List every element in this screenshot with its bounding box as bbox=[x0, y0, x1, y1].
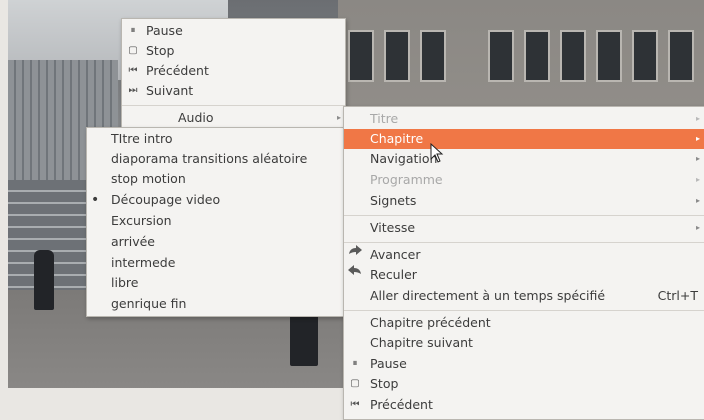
menu-item-programme[interactable]: Programme ▸ bbox=[344, 170, 704, 190]
menu-item-signets-label: Signets bbox=[370, 193, 417, 208]
menu-item-programme-label: Programme bbox=[370, 172, 443, 187]
menu-item-chapitre-precedent-label: Chapitre précédent bbox=[370, 315, 491, 330]
menu-item-next-label: Suivant bbox=[146, 83, 194, 98]
menu-item-pause-label: Pause bbox=[146, 23, 183, 38]
menu-item-previous[interactable]: ⏮ Précédent bbox=[122, 61, 345, 81]
stop-icon: ▢ bbox=[350, 378, 360, 389]
menu-item-previous-label: Précédent bbox=[146, 63, 209, 78]
menu-item-stop-label: Stop bbox=[146, 43, 175, 58]
chapter-item-label: intermede bbox=[111, 255, 176, 270]
menu-item-audio[interactable]: Audio ▸ bbox=[122, 108, 345, 128]
submenu-arrow-icon: ▸ bbox=[695, 175, 700, 184]
chapter-item-label: Excursion bbox=[111, 213, 172, 228]
menu-item-reculer[interactable]: Reculer bbox=[344, 265, 704, 285]
video-person bbox=[34, 250, 54, 310]
chapter-item[interactable]: stop motion bbox=[87, 169, 344, 189]
menu-item-chapitre[interactable]: Chapitre ▸ bbox=[344, 129, 704, 149]
chapter-item[interactable]: intermede bbox=[87, 253, 344, 273]
next-icon: ⏭ bbox=[128, 85, 138, 96]
previous-icon: ⏮ bbox=[128, 65, 138, 76]
menu-item-stop-2-label: Stop bbox=[370, 376, 399, 391]
menu-separator bbox=[344, 310, 704, 311]
menu-item-chapitre-precedent[interactable]: Chapitre précédent bbox=[344, 313, 704, 333]
navigation-menu: Titre ▸ Chapitre ▸ Navigation ▸ Programm… bbox=[343, 106, 704, 420]
menu-item-audio-label: Audio bbox=[178, 110, 214, 125]
menu-item-pause-2[interactable]: ⏸ Pause bbox=[344, 354, 704, 374]
chapter-item[interactable]: arrivée bbox=[87, 232, 344, 252]
chapter-item-label: genrique fin bbox=[111, 296, 187, 311]
chapter-item[interactable]: Excursion bbox=[87, 211, 344, 231]
chapter-item-label: libre bbox=[111, 275, 139, 290]
menu-item-reculer-label: Reculer bbox=[370, 267, 417, 282]
submenu-arrow-icon: ▸ bbox=[695, 196, 700, 205]
pause-icon: ⏸ bbox=[130, 25, 136, 36]
previous-icon: ⏮ bbox=[350, 399, 360, 410]
submenu-arrow-icon: ▸ bbox=[695, 134, 700, 143]
menu-item-navigation-label: Navigation bbox=[370, 151, 438, 166]
menu-item-vitesse[interactable]: Vitesse ▸ bbox=[344, 218, 704, 238]
menu-item-stop[interactable]: ▢ Stop bbox=[122, 41, 345, 61]
backward-jump-icon bbox=[347, 265, 361, 285]
chapter-item[interactable]: genrique fin bbox=[87, 294, 344, 314]
submenu-arrow-icon: ▸ bbox=[336, 113, 341, 122]
chapter-item-selected[interactable]: • Découpage video bbox=[87, 190, 344, 210]
chapter-item-label: Découpage video bbox=[111, 192, 221, 207]
chapter-item[interactable]: TItre intro bbox=[87, 129, 344, 149]
submenu-arrow-icon: ▸ bbox=[695, 223, 700, 232]
chapter-list-menu: TItre intro diaporama transitions aléato… bbox=[86, 127, 345, 317]
menu-item-pause[interactable]: ⏸ Pause bbox=[122, 21, 345, 41]
chapter-item-label: stop motion bbox=[111, 171, 186, 186]
shortcut-ctrl-t: Ctrl+T bbox=[657, 288, 698, 303]
menu-item-avancer-label: Avancer bbox=[370, 247, 421, 262]
menu-item-aller-temps[interactable]: Aller directement à un temps spécifié Ct… bbox=[344, 286, 704, 306]
forward-jump-icon bbox=[347, 245, 362, 265]
selected-bullet-icon: • bbox=[91, 192, 100, 208]
mouse-cursor-icon bbox=[430, 143, 444, 163]
submenu-arrow-icon: ▸ bbox=[695, 114, 700, 123]
menu-item-precedent-2[interactable]: ⏮ Précédent bbox=[344, 395, 704, 415]
stop-icon: ▢ bbox=[128, 45, 138, 56]
menu-item-precedent-2-label: Précédent bbox=[370, 397, 433, 412]
menu-item-chapitre-suivant-label: Chapitre suivant bbox=[370, 335, 473, 350]
menu-item-stop-2[interactable]: ▢ Stop bbox=[344, 374, 704, 394]
menu-item-aller-temps-label: Aller directement à un temps spécifié bbox=[370, 288, 606, 303]
chapter-item-label: diaporama transitions aléatoire bbox=[111, 151, 308, 166]
menu-item-navigation[interactable]: Navigation ▸ bbox=[344, 149, 704, 169]
main-context-menu: ⏸ Pause ▢ Stop ⏮ Précédent ⏭ Suivant Aud… bbox=[121, 18, 346, 130]
chapter-item[interactable]: libre bbox=[87, 273, 344, 293]
menu-item-titre-label: Titre bbox=[370, 111, 399, 126]
submenu-arrow-icon: ▸ bbox=[695, 154, 700, 163]
pause-icon: ⏸ bbox=[352, 358, 358, 369]
chapter-item[interactable]: diaporama transitions aléatoire bbox=[87, 149, 344, 169]
chapter-item-label: TItre intro bbox=[111, 131, 173, 146]
menu-item-chapitre-label: Chapitre bbox=[370, 131, 424, 146]
menu-separator bbox=[122, 105, 345, 106]
menu-separator bbox=[344, 215, 704, 216]
menu-item-titre[interactable]: Titre ▸ bbox=[344, 109, 704, 129]
menu-item-chapitre-suivant[interactable]: Chapitre suivant bbox=[344, 333, 704, 353]
chapter-item-label: arrivée bbox=[111, 234, 155, 249]
menu-item-vitesse-label: Vitesse bbox=[370, 220, 416, 235]
menu-item-next[interactable]: ⏭ Suivant bbox=[122, 81, 345, 101]
menu-item-pause-2-label: Pause bbox=[370, 356, 407, 371]
menu-item-avancer[interactable]: Avancer bbox=[344, 245, 704, 265]
menu-item-signets[interactable]: Signets ▸ bbox=[344, 191, 704, 211]
menu-separator bbox=[344, 242, 704, 243]
